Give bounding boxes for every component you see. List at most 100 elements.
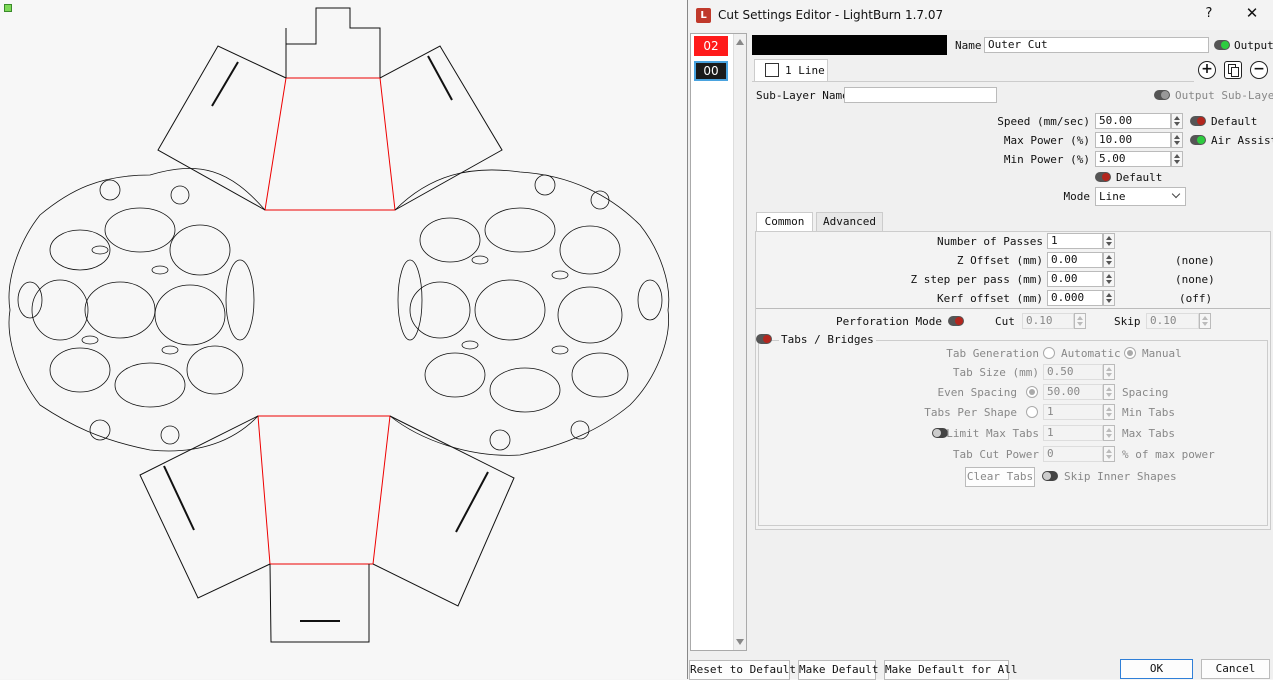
mode-select[interactable]: Line (1095, 187, 1186, 206)
tab-cut-power-input[interactable]: 0 (1043, 446, 1103, 462)
even-spacing-label: Even Spacing (937, 386, 1017, 399)
spacing-label: Spacing (1122, 386, 1169, 399)
even-spacing-radio[interactable] (1026, 386, 1038, 398)
layer-list-scrollbar[interactable] (733, 34, 746, 650)
perforation-skip-input[interactable]: 0.10 (1146, 313, 1199, 329)
sublayer-tab-1[interactable]: 1 Line (754, 59, 828, 81)
scroll-up-icon[interactable] (736, 39, 744, 45)
speed-spinner[interactable] (1171, 113, 1183, 129)
sublayer-name-input[interactable] (844, 87, 997, 103)
z-offset-note: (none) (1175, 254, 1215, 267)
passes-label: Number of Passes (937, 235, 1043, 248)
kerf-spinner[interactable] (1103, 290, 1115, 306)
automatic-label: Automatic (1061, 347, 1121, 360)
limit-max-tabs-spinner[interactable] (1103, 425, 1115, 441)
z-step-label: Z step per pass (mm) (910, 273, 1043, 286)
close-button[interactable]: ✕ (1244, 4, 1260, 22)
tab-common[interactable]: Common (756, 212, 813, 232)
speed-default-toggle[interactable] (1190, 116, 1206, 126)
bottom-left-flap (139, 415, 271, 599)
tab-size-label: Tab Size (mm) (952, 366, 1039, 379)
speed-label: Speed (mm/sec) (997, 115, 1090, 128)
mode-value: Line (1099, 190, 1126, 203)
copy-sublayer-button[interactable] (1224, 61, 1242, 79)
layer-name-input[interactable]: Outer Cut (984, 37, 1209, 53)
section-divider (756, 308, 1270, 309)
tab-cut-power-unit: % of max power (1122, 448, 1215, 461)
perforation-toggle[interactable] (948, 316, 964, 326)
box-template-drawing (8, 7, 670, 643)
tabs-per-shape-label: Tabs Per Shape (924, 406, 1017, 419)
sublayer-name-label: Sub-Layer Name (756, 89, 849, 102)
even-spacing-input[interactable]: 50.00 (1043, 384, 1103, 400)
sublayer-color-box (765, 63, 779, 77)
scroll-down-icon[interactable] (736, 639, 744, 645)
passes-spinner[interactable] (1103, 233, 1115, 249)
top-tab-outline (285, 7, 381, 78)
perforation-label: Perforation Mode (836, 315, 942, 328)
perforation-skip-spinner[interactable] (1199, 313, 1211, 329)
sublayer-tab-label: 1 Line (785, 64, 825, 77)
right-lace-medallion (389, 169, 670, 456)
help-button[interactable]: ? (1201, 6, 1217, 21)
min-power-spinner[interactable] (1171, 151, 1183, 167)
tabs-bridges-label: Tabs / Bridges (779, 333, 876, 346)
make-default-for-all-button[interactable]: Make Default for All (884, 660, 1017, 680)
manual-label: Manual (1142, 347, 1182, 360)
max-power-input[interactable]: 10.00 (1095, 132, 1171, 148)
z-offset-spinner[interactable] (1103, 252, 1115, 268)
limit-max-tabs-label: Limit Max Tabs (946, 427, 1039, 440)
perforation-cut-label: Cut (995, 315, 1015, 328)
layer-color-swatch[interactable] (752, 35, 947, 55)
cut-settings-dialog: L Cut Settings Editor - LightBurn 1.7.07… (687, 0, 1273, 680)
tab-cut-power-spinner[interactable] (1103, 446, 1115, 462)
lightburn-app-icon: L (696, 8, 711, 23)
z-offset-label: Z Offset (mm) (956, 254, 1043, 267)
remove-sublayer-button[interactable]: − (1250, 61, 1268, 79)
limit-max-tabs-input[interactable]: 1 (1043, 425, 1103, 441)
max-tabs-label: Max Tabs (1122, 427, 1175, 440)
speed-input[interactable]: 50.00 (1095, 113, 1171, 129)
tabs-bridges-toggle[interactable] (756, 334, 772, 344)
ok-button[interactable]: OK (1120, 659, 1193, 679)
max-power-spinner[interactable] (1171, 132, 1183, 148)
even-spacing-spinner[interactable] (1103, 384, 1115, 400)
min-power-label: Min Power (%) (1003, 153, 1090, 166)
automatic-radio[interactable] (1043, 347, 1055, 359)
perforation-cut-input[interactable]: 0.10 (1022, 313, 1074, 329)
passes-input[interactable]: 1 (1047, 233, 1103, 249)
tabs-per-shape-input[interactable]: 1 (1043, 404, 1103, 420)
min-power-input[interactable]: 5.00 (1095, 151, 1171, 167)
manual-radio[interactable] (1124, 347, 1136, 359)
z-offset-input[interactable]: 0.00 (1047, 252, 1103, 268)
air-assist-toggle[interactable] (1190, 135, 1206, 145)
power-default-toggle[interactable] (1095, 172, 1111, 182)
make-default-button[interactable]: Make Default (798, 660, 878, 680)
kerf-label: Kerf offset (mm) (937, 292, 1043, 305)
perforation-cut-spinner[interactable] (1074, 313, 1086, 329)
z-step-input[interactable]: 0.00 (1047, 271, 1103, 287)
copy-icon-back (1231, 67, 1239, 77)
name-label: Name (955, 39, 982, 52)
layer-chip-00[interactable]: 00 (694, 61, 728, 81)
design-canvas[interactable] (0, 0, 687, 679)
tab-advanced[interactable]: Advanced (816, 212, 883, 232)
tabs-per-shape-spinner[interactable] (1103, 404, 1115, 420)
tab-size-input[interactable]: 0.50 (1043, 364, 1103, 380)
reset-to-default-button[interactable]: Reset to Default (689, 660, 796, 680)
kerf-input[interactable]: 0.000 (1047, 290, 1103, 306)
tab-size-spinner[interactable] (1103, 364, 1115, 380)
add-sublayer-button[interactable]: + (1198, 61, 1216, 79)
layer-list[interactable]: 02 00 (690, 33, 747, 651)
tabs-per-shape-radio[interactable] (1026, 406, 1038, 418)
layer-chip-02[interactable]: 02 (694, 36, 728, 56)
top-left-flap (157, 45, 287, 211)
clear-tabs-button[interactable]: Clear Tabs (965, 467, 1035, 487)
skip-inner-shapes-toggle[interactable] (1042, 471, 1058, 481)
cancel-button[interactable]: Cancel (1201, 659, 1270, 679)
output-toggle[interactable] (1214, 40, 1230, 50)
dialog-titlebar[interactable]: L Cut Settings Editor - LightBurn 1.7.07… (688, 0, 1273, 30)
output-sublayer-toggle[interactable] (1154, 90, 1170, 100)
bottom-panel-fold (257, 415, 391, 565)
z-step-spinner[interactable] (1103, 271, 1115, 287)
